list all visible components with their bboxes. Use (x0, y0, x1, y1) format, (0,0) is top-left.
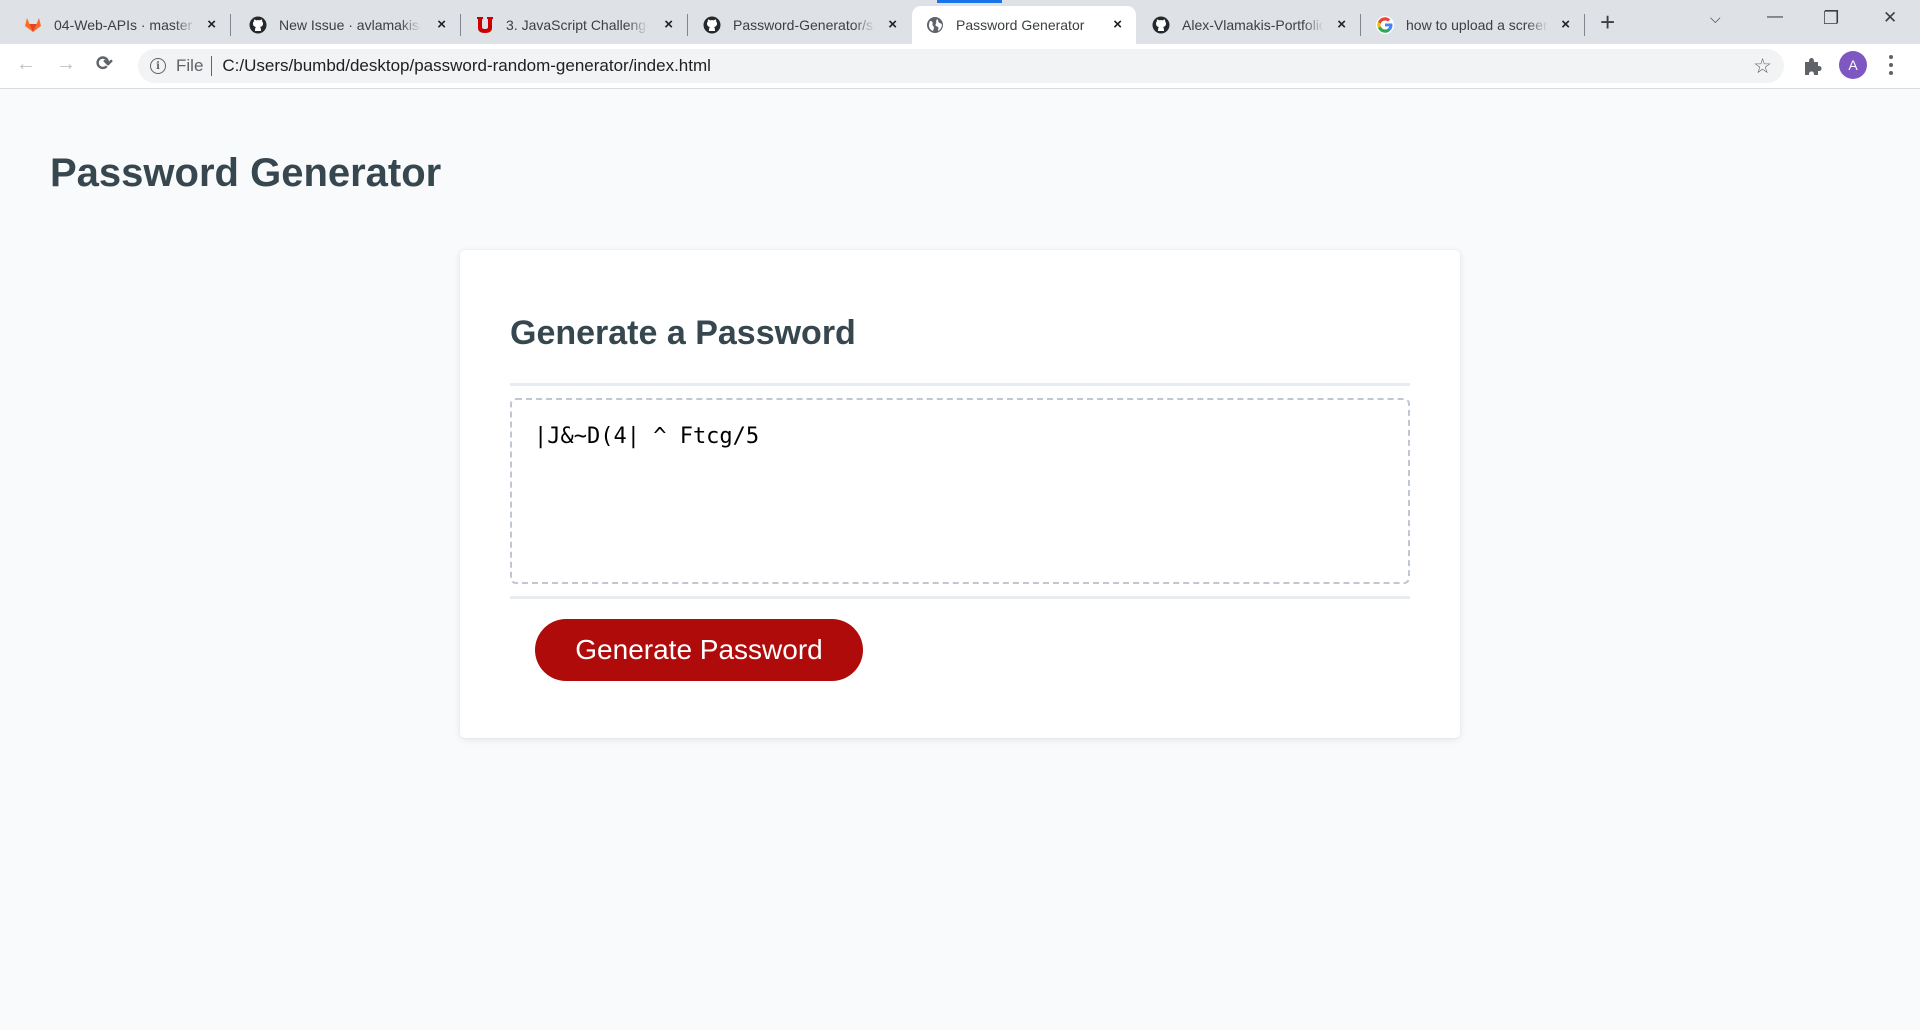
github-icon (1152, 16, 1170, 34)
card-footer-divider (510, 596, 1410, 599)
restore-button[interactable]: ❐ (1823, 8, 1839, 29)
url-scheme-label: File (176, 56, 204, 75)
browser-toolbar: ← → ⟳ i File C:/Users/bumbd/desktop/pass… (0, 44, 1920, 89)
profile-avatar[interactable]: A (1839, 51, 1867, 79)
tab-title: Password-Generator/s (733, 17, 874, 33)
close-tab-icon[interactable]: × (664, 17, 673, 33)
tab-title: how to upload a screen (1406, 17, 1548, 33)
gitlab-icon (24, 16, 42, 34)
close-tab-icon[interactable]: × (437, 17, 446, 33)
tab-google-search[interactable]: how to upload a screen × (1362, 6, 1585, 44)
close-tab-icon[interactable]: × (207, 17, 216, 33)
tab-password-generator-active[interactable]: Password Generator × (912, 0, 1136, 44)
tab-04-web-apis[interactable]: 04-Web-APIs · master × (10, 6, 231, 44)
tab-strip: 04-Web-APIs · master × New Issue · avlam… (0, 0, 1920, 44)
google-icon (1376, 16, 1394, 34)
github-icon (703, 16, 721, 34)
globe-icon (926, 16, 944, 34)
window-close-button[interactable]: ✕ (1883, 8, 1897, 28)
browser-menu-icon[interactable] (1889, 55, 1893, 75)
card-heading: Generate a Password (510, 314, 856, 352)
tab-javascript-challenge[interactable]: 3. JavaScript Challenge × (462, 6, 688, 44)
tab-password-generator-repo[interactable]: Password-Generator/s × (689, 6, 911, 44)
site-info-icon[interactable]: i (150, 58, 166, 74)
tab-new-issue[interactable]: New Issue · avlamakis/ × (235, 6, 461, 44)
close-tab-icon[interactable]: × (1337, 17, 1346, 33)
tab-title: Password Generator (956, 17, 1085, 33)
close-tab-icon[interactable]: × (1113, 17, 1122, 33)
close-tab-icon[interactable]: × (888, 17, 897, 33)
extensions-puzzle-icon[interactable] (1801, 55, 1823, 77)
back-button[interactable]: ← (16, 53, 36, 75)
tab-title: 04-Web-APIs · master (54, 17, 193, 33)
password-card: Generate a Password Generate Password (460, 250, 1460, 738)
utah-u-icon (476, 16, 494, 34)
card-header-divider (510, 383, 1410, 386)
tab-separator (460, 14, 461, 36)
tab-separator (1360, 14, 1361, 36)
password-output[interactable] (510, 398, 1410, 584)
tab-portfolio[interactable]: Alex-Vlamakis-Portfolio × (1138, 6, 1361, 44)
tab-search-button[interactable]: ⌵ (1710, 10, 1721, 27)
minimize-button[interactable]: — (1767, 8, 1783, 26)
scheme-divider (211, 56, 213, 76)
github-icon (249, 16, 267, 34)
forward-button[interactable]: → (56, 53, 76, 75)
new-tab-button[interactable]: + (1600, 9, 1615, 35)
tab-title: 3. JavaScript Challenge (506, 17, 648, 33)
page-title: Password Generator (50, 151, 442, 195)
tab-separator (230, 14, 231, 36)
tab-separator (687, 14, 688, 36)
address-bar[interactable]: i File C:/Users/bumbd/desktop/password-r… (138, 49, 1784, 83)
reload-button[interactable]: ⟳ (96, 53, 113, 75)
tab-separator (1584, 14, 1585, 36)
tab-loading-indicator (937, 0, 1002, 3)
bookmark-star-icon[interactable]: ☆ (1753, 54, 1772, 79)
url-text[interactable]: C:/Users/bumbd/desktop/password-random-g… (222, 56, 711, 76)
tab-title: Alex-Vlamakis-Portfolio (1182, 17, 1324, 33)
generate-password-button[interactable]: Generate Password (535, 619, 863, 681)
tab-title: New Issue · avlamakis/ (279, 17, 421, 33)
close-tab-icon[interactable]: × (1561, 17, 1570, 33)
